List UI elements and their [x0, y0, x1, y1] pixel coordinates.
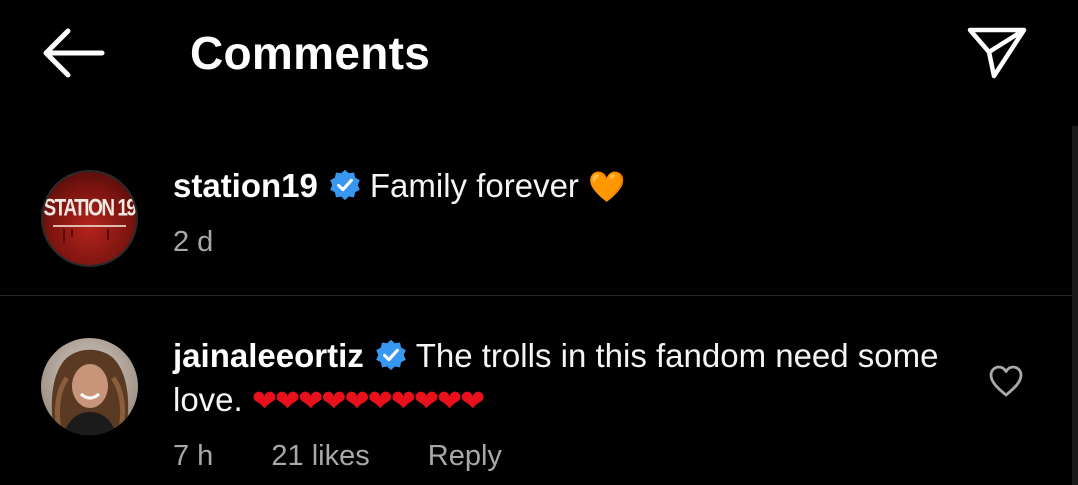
share-button[interactable]: [962, 22, 1030, 82]
profile-photo: [41, 338, 138, 435]
page-title: Comments: [190, 27, 431, 79]
like-button[interactable]: [988, 364, 1024, 398]
avatar[interactable]: STATION 19: [41, 170, 138, 267]
comment-meta: 7 h 21 likes Reply: [173, 438, 552, 474]
verified-badge-icon: [375, 339, 406, 371]
comment-item: STATION 19 station19 Family forever 🧡 2 …: [0, 150, 1072, 294]
comment-meta: 2 d: [173, 224, 263, 260]
arrow-left-icon: [43, 28, 105, 78]
paper-plane-icon: [967, 27, 1027, 79]
heart-outline-icon: [989, 365, 1023, 397]
comment-content: station19 Family forever 🧡: [173, 164, 962, 210]
comment-username[interactable]: station19: [173, 167, 318, 204]
reply-button[interactable]: Reply: [428, 440, 502, 472]
comment-content: jainaleeortiz The trolls in this fandom …: [173, 334, 962, 424]
verified-badge-icon: [330, 169, 360, 201]
header-bar: Comments: [0, 0, 1078, 110]
red-hearts-emoji: ❤❤❤❤❤❤❤❤❤❤: [251, 384, 485, 419]
comment-username[interactable]: jainaleeortiz: [173, 337, 364, 374]
scrollbar-track[interactable]: [1072, 126, 1078, 485]
divider: [0, 295, 1072, 296]
back-button[interactable]: [40, 26, 106, 80]
likes-count-link[interactable]: 21 likes: [271, 440, 369, 472]
orange-heart-emoji: 🧡: [588, 170, 626, 205]
avatar[interactable]: [41, 338, 138, 435]
comment-timestamp: 7 h: [173, 440, 214, 472]
comment-item: jainaleeortiz The trolls in this fandom …: [0, 322, 1072, 485]
comment-timestamp: 2 d: [173, 226, 214, 258]
avatar-logo-text: STATION 19: [43, 195, 137, 222]
comment-text: Family forever: [369, 167, 579, 204]
